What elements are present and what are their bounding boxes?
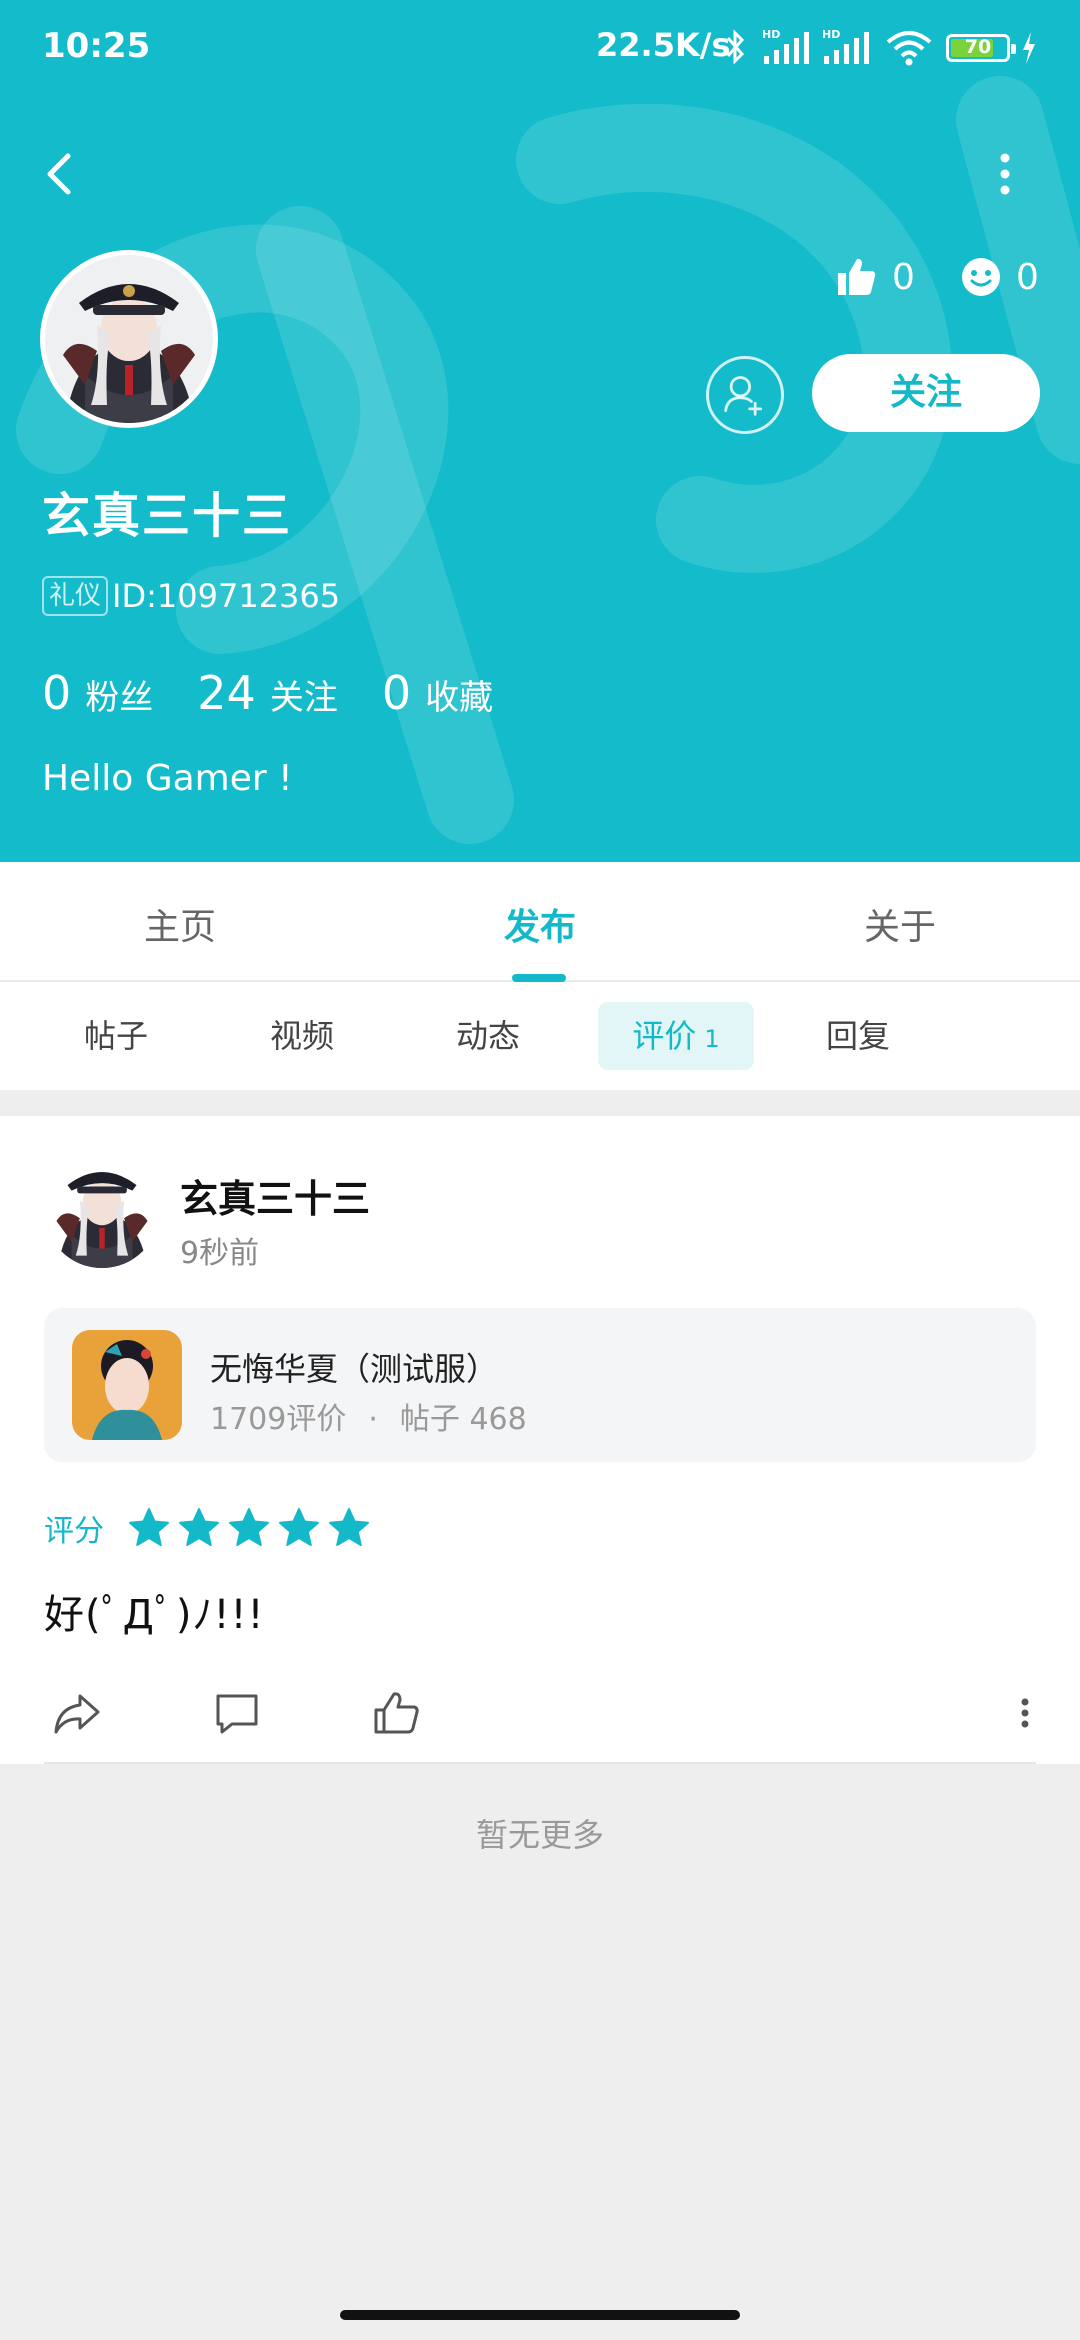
review-author-avatar[interactable] [44, 1152, 160, 1268]
likes-count: 0 [892, 256, 915, 298]
sub-tabs: 帖子 视频 动态 评价 1 回复 [0, 982, 1080, 1090]
signal-hd-icon: HD [762, 28, 809, 64]
rating-stars [124, 1503, 374, 1553]
more-options-icon[interactable] [1010, 1686, 1040, 1740]
bluetooth-icon [726, 29, 745, 65]
wifi-icon [886, 31, 932, 66]
following-count[interactable]: 24 [197, 666, 256, 720]
home-indicator[interactable] [340, 2310, 740, 2320]
subtab-videos[interactable]: 视频 [242, 1002, 362, 1070]
profile-username: 玄真三十三 [42, 488, 293, 544]
review-actions [0, 1672, 1080, 1752]
thumbs-up-icon[interactable] [370, 1686, 424, 1740]
follow-button[interactable]: 关注 [812, 354, 1040, 432]
rating-row: 评分 [44, 1500, 374, 1556]
tab-publish[interactable]: 发布 [440, 898, 640, 950]
game-review-count: 1709评价 [210, 1402, 347, 1437]
smiles-stat[interactable]: 0 [960, 252, 1039, 302]
game-post-count: 帖子 468 [399, 1402, 527, 1437]
star-icon [229, 1508, 269, 1546]
game-icon [72, 1330, 182, 1440]
avatar[interactable] [40, 250, 218, 428]
smile-icon [962, 258, 1000, 296]
star-icon [279, 1508, 319, 1546]
star-icon [129, 1508, 169, 1546]
more-options-button[interactable] [990, 148, 1020, 200]
smiles-count: 0 [1016, 256, 1039, 298]
game-meta: 1709评价 · 帖子 468 [210, 1394, 527, 1438]
avatar-image [44, 1152, 160, 1268]
subtab-replies[interactable]: 回复 [798, 1002, 918, 1070]
main-tabs: 主页 发布 关于 [0, 862, 1080, 982]
divider [44, 1762, 1036, 1764]
subtab-moments[interactable]: 动态 [428, 1002, 548, 1070]
active-tab-indicator [512, 974, 566, 982]
charging-icon [1023, 32, 1035, 64]
review-author-name[interactable]: 玄真三十三 [180, 1168, 370, 1223]
status-time: 10:25 [42, 26, 151, 66]
profile-bio: Hello Gamer ! [42, 758, 293, 799]
signal-hd-icon: HD [822, 28, 869, 64]
add-friend-button[interactable] [706, 356, 784, 434]
thumbs-up-icon [838, 258, 876, 295]
back-button[interactable] [40, 148, 84, 200]
profile-header: 10:25 22.5K/s HD HD 70 0 0 关注 玄真三十三 礼仪 I… [0, 0, 1080, 862]
favorites-count[interactable]: 0 [382, 666, 411, 720]
game-link[interactable]: 无悔华夏（测试服） 1709评价 · 帖子 468 [44, 1308, 1036, 1462]
likes-stat[interactable]: 0 [834, 252, 915, 302]
avatar-image [45, 255, 213, 423]
star-icon [179, 1508, 219, 1546]
fans-label[interactable]: 粉丝 [85, 670, 153, 719]
subtab-reviews-count: 1 [704, 1025, 720, 1053]
battery-icon: 70 [946, 34, 1016, 62]
subtab-reviews[interactable]: 评价 1 [598, 1002, 754, 1070]
user-badge[interactable]: 礼仪 [42, 576, 109, 616]
meta-separator: · [368, 1402, 378, 1437]
favorites-label[interactable]: 收藏 [425, 670, 493, 719]
battery-level: 70 [964, 36, 992, 58]
status-bar: 10:25 22.5K/s HD HD 70 [0, 0, 1080, 96]
badge-row: 礼仪 ID:109712365 [42, 574, 340, 618]
tab-home[interactable]: 主页 [80, 898, 280, 950]
no-more-text: 暂无更多 [475, 1816, 604, 1854]
comment-icon[interactable] [210, 1686, 264, 1740]
network-speed: 22.5K/s [596, 26, 731, 64]
star-icon [329, 1508, 369, 1546]
user-id: ID:109712365 [112, 577, 341, 615]
following-label[interactable]: 关注 [270, 670, 338, 719]
game-title: 无悔华夏（测试服） [210, 1350, 499, 1388]
subtab-reviews-label: 评价 [632, 1017, 697, 1055]
subtab-posts[interactable]: 帖子 [56, 1002, 176, 1070]
review-timestamp: 9秒前 [180, 1236, 260, 1271]
rating-label: 评分 [44, 1514, 104, 1549]
fans-count[interactable]: 0 [42, 666, 71, 720]
svg-text:HD: HD [762, 28, 780, 41]
review-text: 好(ﾟДﾟ)ﾉ!!! [44, 1592, 265, 1638]
svg-text:HD: HD [822, 28, 840, 41]
profile-counts: 0 粉丝 24 关注 0 收藏 [42, 666, 537, 726]
tab-about[interactable]: 关于 [800, 898, 1000, 950]
share-icon[interactable] [50, 1686, 104, 1740]
review-card[interactable]: 玄真三十三 9秒前 无悔华夏（测试服） 1709评价 · 帖子 468 评分 好(ﾟ… [0, 1116, 1080, 1764]
